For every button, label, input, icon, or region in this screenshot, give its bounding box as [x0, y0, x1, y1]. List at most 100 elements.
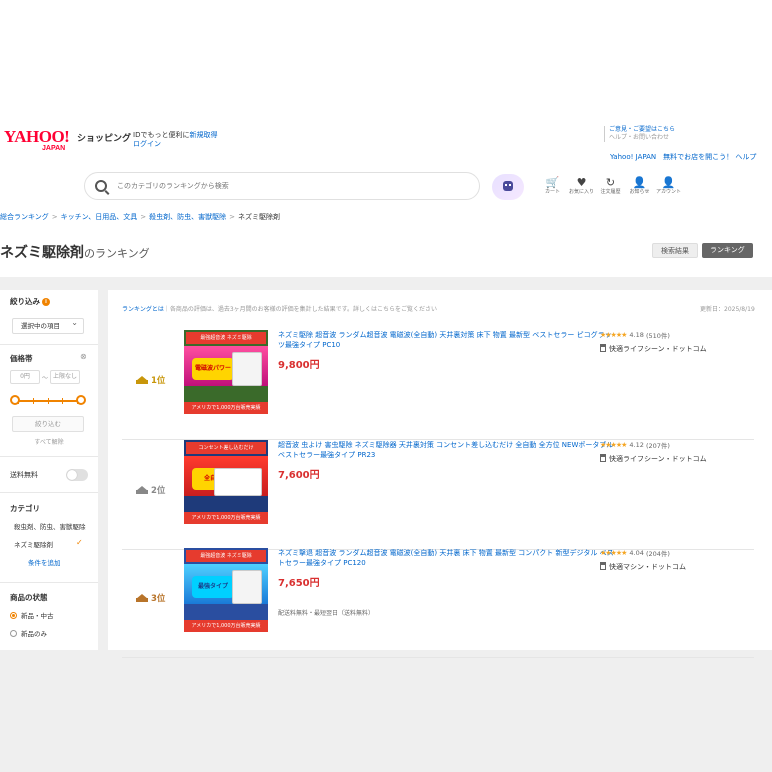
yahoo-logo[interactable]: YAHOO! JAPAN [4, 127, 70, 153]
account-icon: 👤 [661, 176, 676, 189]
tab-ranking[interactable]: ランキング [702, 243, 753, 258]
site-header: YAHOO! JAPAN ショッピング IDでもっと便利に新規取得 ログイン ご… [0, 124, 772, 164]
notice-button[interactable]: 👤 お知らせ [625, 177, 654, 196]
price-range-inputs: 0円 〜 上限なし [10, 370, 81, 384]
category-title: カテゴリ [10, 504, 40, 513]
product-name-link[interactable]: ネズミ駆除 超音波 ランダム超音波 電磁波(全自動) 天井裏対策 床下 物置 最… [278, 330, 614, 350]
price-slider-max-handle[interactable] [76, 395, 86, 405]
radio-selected-icon [10, 611, 17, 619]
condition-radio-new[interactable]: 新品のみ [10, 628, 47, 638]
tab-search-results[interactable]: 検索結果 [652, 243, 698, 258]
reset-filter-link[interactable]: すべて解除 [0, 437, 98, 446]
header-bottom-links[interactable]: Yahoo! JAPAN 無料でお店を開こう！ ヘルプ [610, 152, 756, 162]
header-help-links: ご意見・ご要望はこちら ヘルプ・お問い合わせ [604, 126, 675, 142]
product-name-link[interactable]: 超音波 虫よけ 害虫駆除 ネズミ駆除器 天井裏対策 コンセント差し込むだけ 全自… [278, 440, 614, 460]
price-slider-min-handle[interactable] [10, 395, 20, 405]
rating-value: 4.04 [629, 549, 644, 557]
price-min-input[interactable]: 0円 [10, 370, 40, 384]
store-icon [600, 562, 606, 570]
product-rating[interactable]: ★★★★★ 4.12 (207件) [600, 440, 670, 450]
review-count: (204件) [645, 550, 670, 558]
add-condition-link[interactable]: 条件を追加 [28, 557, 61, 567]
cart-icon: 🛒 [545, 176, 560, 189]
register-link[interactable]: 新規取得 [189, 131, 217, 139]
heart-icon: ♥ [576, 176, 587, 189]
apply-filter-button[interactable]: 絞り込む [12, 416, 84, 432]
category-parent-item[interactable]: 殺虫剤、防虫、害獣駆除 [14, 521, 86, 531]
ranking-item[interactable]: 2位 コンセント差し込むだけ 全自動 アメリカで1,000万台販売実績 超音波 … [122, 440, 754, 550]
product-image[interactable]: コンセント差し込むだけ 全自動 アメリカで1,000万台販売実績 [184, 440, 268, 524]
shipping-note: 配送料無料・最短翌日（送料無料） [278, 610, 375, 617]
breadcrumb: 総合ランキング > キッチン、日用品、文具 > 殺虫剤、防虫、害獣駆除 > ネズミ駆除剤 [0, 212, 280, 222]
rank-text: 3位 [151, 594, 166, 604]
ranking-about-link[interactable]: ランキングとは [122, 306, 164, 313]
price-clear-icon[interactable]: ⊗ [80, 352, 87, 361]
price-title: 価格帯 [10, 354, 33, 363]
store-link[interactable]: 快適ライフシーン・ドットコム [600, 344, 707, 354]
image-banner-bottom: アメリカで1,000万台販売実績 [184, 402, 268, 414]
breadcrumb-current: ネズミ駆除剤 [238, 213, 281, 221]
ranking-item[interactable]: 3位 最強超音波 ネズミ駆除 最強タイプ アメリカで1,000万台販売実績 ネズ… [122, 548, 754, 658]
image-banner-bottom: アメリカで1,000万台販売実績 [184, 512, 268, 524]
device-illustration [232, 570, 262, 604]
login-prompt-text: IDでもっと便利に [133, 131, 190, 139]
ai-assistant-button[interactable] [492, 174, 524, 200]
selected-items-dropdown[interactable]: 選択中の項目 [12, 316, 84, 334]
device-illustration [214, 468, 262, 496]
category-section [0, 492, 98, 493]
rank-text: 2位 [151, 486, 166, 496]
star-rating-icon: ★★★★★ [600, 549, 627, 557]
product-image[interactable]: 最強超音波 ネズミ駆除 電磁波パワー アメリカで1,000万台販売実績 [184, 330, 268, 414]
condition-all-label: 新品・中古 [21, 612, 54, 620]
store-name: 快適ライフシーン・ドットコム [609, 455, 707, 463]
rating-value: 4.18 [629, 331, 644, 339]
search-bar [84, 172, 480, 200]
condition-radio-all[interactable]: 新品・中古 [10, 610, 54, 620]
logo-main-text: YAHOO! [4, 127, 70, 146]
radio-icon [10, 629, 17, 637]
search-icon[interactable] [95, 180, 107, 192]
page-title: ネズミ駆除剤のランキング [0, 242, 150, 262]
store-link[interactable]: 快適マシン・ドットコム [600, 562, 686, 572]
ranking-note: ランキングとは｜各商品の評価は、過去3ヶ月間のお客様の評価を集計した結果です。詳… [122, 304, 437, 313]
cart-label: カート [544, 189, 560, 195]
shopping-label[interactable]: ショッピング [77, 131, 131, 144]
ranking-item[interactable]: 1位 最強超音波 ネズミ駆除 電磁波パワー アメリカで1,000万台販売実績 ネ… [122, 330, 754, 440]
breadcrumb-item[interactable]: キッチン、日用品、文具 [61, 213, 138, 221]
store-link[interactable]: 快適ライフシーン・ドットコム [600, 454, 707, 464]
login-link[interactable]: ログイン [133, 139, 161, 149]
product-name-link[interactable]: ネズミ撃退 超音波 ランダム超音波 電磁波(全自動) 天井裏 床下 物置 最新型… [278, 548, 614, 568]
search-input[interactable] [117, 179, 467, 193]
robot-icon [503, 181, 513, 191]
breadcrumb-separator: > [229, 213, 236, 221]
info-icon[interactable]: i [42, 298, 50, 306]
help-contact-link[interactable]: ヘルプ・お問い合わせ [604, 134, 675, 142]
view-tabs: 検索結果 ランキング [652, 243, 753, 258]
image-banner-top: コンセント差し込むだけ [186, 442, 266, 454]
price-max-input[interactable]: 上限なし [50, 370, 81, 384]
star-rating-icon: ★★★★★ [600, 441, 627, 449]
free-shipping-label: 送料無料 [10, 471, 38, 479]
price-section [0, 344, 98, 345]
review-count: (510件) [645, 332, 670, 340]
page-title-suffix: のランキング [84, 247, 150, 260]
breadcrumb-item[interactable]: 殺虫剤、防虫、害獣駆除 [149, 213, 226, 221]
favorites-button[interactable]: ♥ お気に入り [567, 176, 596, 196]
feedback-link[interactable]: ご意見・ご要望はこちら [604, 126, 675, 134]
category-selected-item[interactable]: ネズミ駆除剤 [14, 539, 53, 549]
updated-date: 更新日：2025/8/19 [700, 306, 755, 313]
free-shipping-toggle[interactable] [66, 469, 88, 481]
account-button[interactable]: 👤 アカウント [654, 176, 683, 196]
price-range-separator: 〜 [42, 374, 49, 382]
product-image[interactable]: 最強超音波 ネズミ駆除 最強タイプ アメリカで1,000万台販売実績 [184, 548, 268, 632]
product-rating[interactable]: ★★★★★ 4.18 (510件) [600, 330, 670, 340]
history-button[interactable]: ↻ 注文履歴 [596, 177, 625, 196]
breadcrumb-item[interactable]: 総合ランキング [0, 213, 49, 221]
silver-crown-icon [136, 486, 148, 494]
store-name: 快適ライフシーン・ドットコム [609, 345, 707, 353]
product-rating[interactable]: ★★★★★ 4.04 (204件) [600, 548, 670, 558]
cart-button[interactable]: 🛒 カート [538, 176, 567, 196]
rank-badge: 1位 [136, 374, 165, 386]
product-price: 7,600円 [278, 470, 320, 481]
rating-value: 4.12 [629, 441, 644, 449]
